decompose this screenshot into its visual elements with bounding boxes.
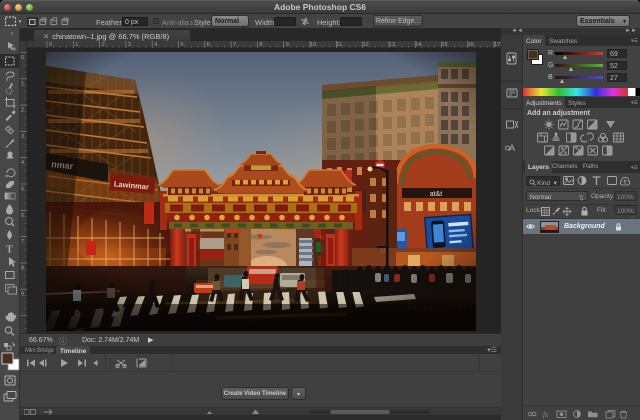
svg-text:4: 4 [21, 160, 24, 166]
svg-text:8: 8 [21, 265, 24, 271]
svg-text:9: 9 [21, 292, 24, 298]
svg-text:2: 2 [21, 108, 24, 114]
svg-text:5: 5 [21, 187, 24, 193]
svg-text:0: 0 [21, 55, 24, 61]
svg-text:1: 1 [21, 81, 24, 87]
svg-text:»: » [10, 31, 14, 37]
svg-text:A: A [509, 143, 515, 153]
svg-text:T: T [6, 245, 13, 256]
svg-text:3: 3 [21, 134, 24, 140]
svg-text:7: 7 [21, 239, 24, 245]
svg-text:fx: fx [543, 410, 549, 419]
svg-text:6: 6 [21, 213, 24, 219]
